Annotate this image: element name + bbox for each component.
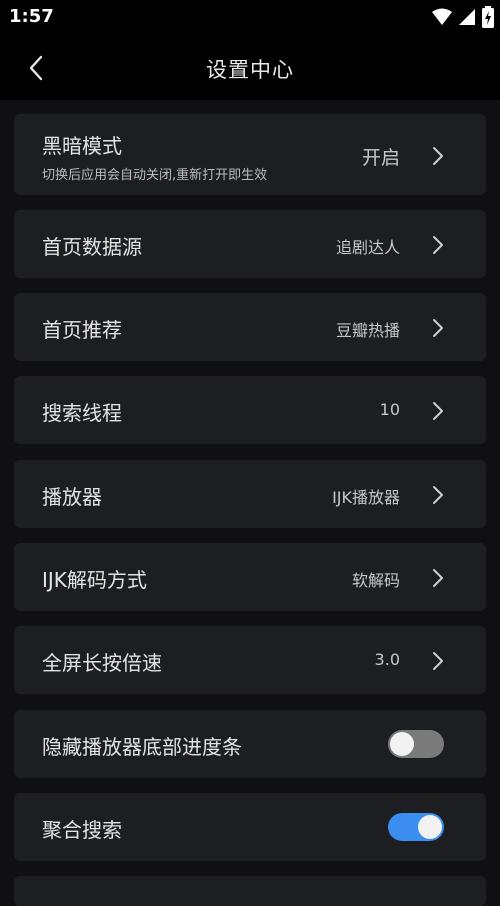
setting-long-press-speed[interactable]: 全屏长按倍速 3.0 xyxy=(14,626,486,694)
wifi-icon xyxy=(432,8,452,25)
toggle-knob xyxy=(418,815,442,839)
top-bar: 设置中心 xyxy=(0,36,500,100)
chevron-right-icon xyxy=(433,236,443,254)
setting-value: 软解码 xyxy=(351,571,400,590)
setting-label: IJK解码方式 xyxy=(42,568,147,592)
setting-value: IJK播放器 xyxy=(332,488,400,507)
page-title: 设置中心 xyxy=(206,58,294,82)
setting-home-recommendation[interactable]: 首页推荐 豆瓣热播 xyxy=(14,293,486,361)
setting-label: 首页推荐 xyxy=(42,318,122,342)
chevron-right-icon xyxy=(433,319,443,337)
setting-description: 切换后应用会自动关闭,重新打开即生效 xyxy=(42,168,268,183)
status-icons xyxy=(432,6,494,28)
setting-label: 首页数据源 xyxy=(42,235,142,259)
setting-ijk-decode[interactable]: IJK解码方式 软解码 xyxy=(14,543,486,611)
setting-value: 10 xyxy=(379,400,400,419)
chevron-right-icon xyxy=(433,402,443,420)
setting-next-partial[interactable] xyxy=(14,876,486,906)
setting-label: 播放器 xyxy=(42,485,102,509)
setting-value: 开启 xyxy=(361,147,400,169)
setting-aggregate-search: 聚合搜索 xyxy=(14,793,486,861)
setting-hide-progress-bar: 隐藏播放器底部进度条 xyxy=(14,710,486,778)
setting-value: 3.0 xyxy=(374,650,400,669)
signal-icon xyxy=(459,9,475,25)
setting-player[interactable]: 播放器 IJK播放器 xyxy=(14,460,486,528)
setting-value: 追剧达人 xyxy=(335,238,400,257)
battery-icon xyxy=(482,6,494,28)
setting-home-data-source[interactable]: 首页数据源 追剧达人 xyxy=(14,210,486,278)
chevron-right-icon xyxy=(433,147,443,165)
status-time: 1:57 xyxy=(9,6,54,27)
toggle-knob xyxy=(390,732,414,756)
setting-search-threads[interactable]: 搜索线程 10 xyxy=(14,376,486,444)
setting-label: 全屏长按倍速 xyxy=(42,651,162,675)
setting-label: 聚合搜索 xyxy=(42,818,122,842)
status-bar: 1:57 xyxy=(0,0,500,36)
chevron-right-icon xyxy=(433,486,443,504)
setting-value: 豆瓣热播 xyxy=(335,321,400,340)
setting-label: 隐藏播放器底部进度条 xyxy=(42,735,242,759)
chevron-right-icon xyxy=(433,652,443,670)
chevron-right-icon xyxy=(433,569,443,587)
hide-progress-bar-toggle[interactable] xyxy=(388,730,444,758)
setting-label: 搜索线程 xyxy=(42,401,122,425)
setting-dark-mode[interactable]: 黑暗模式 切换后应用会自动关闭,重新打开即生效 开启 xyxy=(14,114,486,195)
aggregate-search-toggle[interactable] xyxy=(388,813,444,841)
setting-label: 黑暗模式 xyxy=(42,134,122,158)
